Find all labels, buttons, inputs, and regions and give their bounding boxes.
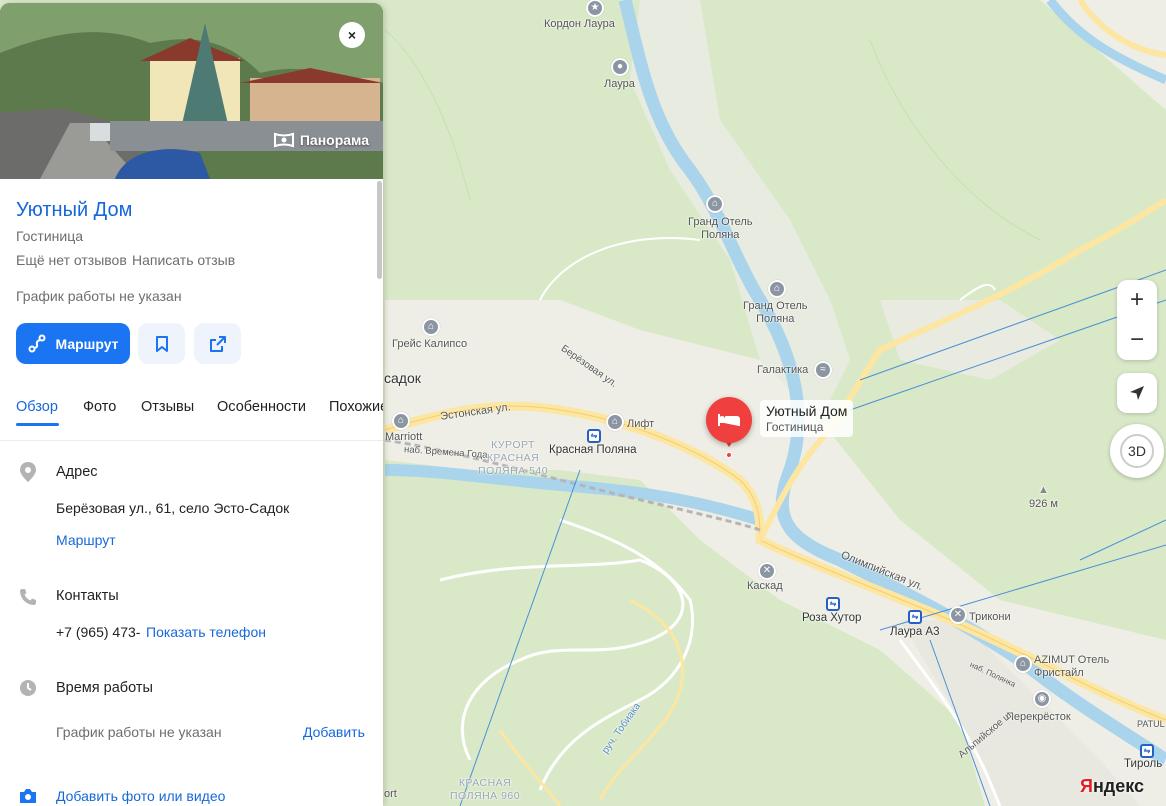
logo-text: ндекс (1092, 776, 1145, 796)
street-photo-image (0, 3, 383, 179)
panel-scrollbar[interactable] (377, 181, 382, 279)
show-phone-link[interactable]: Показать телефон (146, 624, 266, 640)
clock-icon (18, 678, 38, 698)
map-label-grand-hotel-2[interactable]: Гранд Отель Поляна (743, 300, 808, 326)
tab-photo[interactable]: Фото (83, 399, 116, 415)
tab-active-indicator (16, 423, 59, 426)
laura-poi-icon[interactable]: ● (611, 58, 629, 76)
map-label-kaskad[interactable]: Каскад (747, 580, 783, 593)
panorama-icon (273, 132, 294, 148)
zoom-controls: + − (1117, 280, 1157, 360)
tab-features[interactable]: Особенности (217, 399, 306, 415)
zoom-out-button[interactable]: − (1117, 320, 1157, 360)
panorama-button[interactable]: Панорама (273, 131, 369, 149)
tabs: Обзор Фото Отзывы Особенности Похожие (0, 395, 383, 441)
map-label-laura[interactable]: Лаура (604, 78, 635, 91)
panorama-label: Панорама (299, 132, 369, 148)
pin-title: Уютный Дом (766, 403, 848, 419)
grace-calypso-icon[interactable]: ⌂ (422, 318, 440, 336)
route-button-label: Маршрут (55, 335, 119, 352)
place-title[interactable]: Уютный Дом (16, 199, 132, 222)
azimut-icon[interactable]: ⌂ (1014, 655, 1032, 673)
map-label-height: 926 м (1029, 498, 1058, 510)
map-label-krasnaya-polyana-960: КРАСНАЯ ПОЛЯНА 960 (450, 777, 521, 802)
lift-icon[interactable]: ⌂ (606, 413, 624, 431)
roza-khutor-station-icon[interactable]: ⇋ (826, 597, 840, 611)
hours-summary: График работы не указан (16, 288, 182, 304)
tirol-station-icon[interactable]: ⇋ (1140, 744, 1154, 758)
share-icon (209, 335, 226, 352)
pin-subtitle: Гостиница (766, 420, 824, 434)
phone-number: +7 (965) 473- (56, 624, 141, 640)
phone-icon (18, 587, 38, 607)
peak-icon: ▲ (1038, 484, 1049, 496)
galaktika-icon[interactable]: ≈ (814, 361, 832, 379)
geolocation-button[interactable] (1117, 373, 1157, 413)
pin-label[interactable]: Уютный Дом Гостиница (760, 400, 854, 437)
marriott-icon[interactable]: ⌂ (392, 412, 410, 430)
hours-value: График работы не указан (56, 724, 222, 740)
krasnaya-polyana-station-icon[interactable]: ⇋ (587, 429, 601, 443)
map-label-laura-a3[interactable]: Лаура А3 (890, 626, 940, 639)
share-button[interactable] (194, 323, 241, 364)
place-category: Гостиница (16, 228, 84, 244)
map-label-azimut[interactable]: AZIMUT Отель Фристайл (1034, 654, 1109, 680)
map-label-grand-hotel-1[interactable]: Гранд Отель Поляна (688, 216, 753, 242)
camera-icon (18, 787, 38, 806)
3d-button[interactable]: 3D (1110, 424, 1164, 478)
reviews-count: Ещё нет отзывов (16, 252, 127, 268)
map-label-tirol[interactable]: Тироль 560 (1124, 758, 1166, 771)
route-icon (28, 334, 46, 352)
contacts-title: Контакты (56, 588, 119, 604)
map-label-lift[interactable]: Лифт (627, 418, 654, 431)
address-title: Адрес (56, 464, 98, 480)
grand-hotel-2-icon[interactable]: ⌂ (768, 280, 786, 298)
address-route-link[interactable]: Маршрут (56, 532, 116, 548)
map-label-trikoni[interactable]: Трикони (969, 611, 1011, 624)
close-button[interactable]: × (339, 22, 365, 48)
navigation-arrow-icon (1130, 386, 1144, 400)
route-button[interactable]: Маршрут (16, 323, 130, 364)
map-label-patul[interactable]: PATUL (1137, 718, 1165, 731)
hours-title: Время работы (56, 680, 153, 696)
bookmark-icon (155, 335, 168, 352)
grand-hotel-1-icon[interactable]: ⌂ (706, 195, 724, 213)
tab-overview[interactable]: Обзор (16, 399, 58, 415)
add-media-link[interactable]: Добавить фото или видео (56, 788, 225, 804)
3d-label: 3D (1120, 434, 1154, 468)
map-label-roza-khutor[interactable]: Роза Хутор (802, 612, 861, 625)
tab-similar[interactable]: Похожие (329, 399, 383, 415)
map-label-kurort: КУРОРТ КРАСНАЯ ПОЛЯНА 540 (478, 439, 549, 477)
yandex-logo: Яндекс (1080, 776, 1144, 797)
map-label-sadok[interactable]: садок (384, 371, 421, 385)
perekrestok-icon[interactable]: ◉ (1033, 690, 1051, 708)
tab-reviews[interactable]: Отзывы (141, 399, 194, 415)
laura-a3-station-icon[interactable]: ⇋ (908, 610, 922, 624)
map-label-ort[interactable]: ort (384, 788, 397, 801)
trikoni-icon[interactable]: ✕ (949, 606, 967, 624)
pin-point (726, 452, 732, 458)
add-hours-link[interactable]: Добавить (303, 724, 365, 740)
place-panel: × Панорама Уютный Дом Гостиница Ещё нет … (0, 3, 383, 806)
location-pin-icon (18, 461, 38, 482)
map-label-grace-calypso[interactable]: Грейс Калипсо (392, 338, 467, 351)
bookmark-button[interactable] (138, 323, 185, 364)
map-label-krasnaya-polyana[interactable]: Красная Поляна (549, 444, 637, 457)
place-photo[interactable]: × Панорама (0, 3, 383, 179)
map-label-kordon[interactable]: Кордон Лаура (544, 18, 615, 31)
zoom-in-button[interactable]: + (1117, 280, 1157, 320)
address-value[interactable]: Берёзовая ул., 61, село Эсто-Садок (56, 500, 289, 516)
write-review-link[interactable]: Написать отзыв (132, 252, 235, 268)
kaskad-icon[interactable]: ✕ (758, 562, 776, 580)
bed-icon (718, 414, 740, 426)
map-label-galaktika[interactable]: Галактика (757, 364, 808, 377)
hotel-pin[interactable] (706, 397, 752, 443)
logo-letter: Я (1080, 776, 1093, 796)
